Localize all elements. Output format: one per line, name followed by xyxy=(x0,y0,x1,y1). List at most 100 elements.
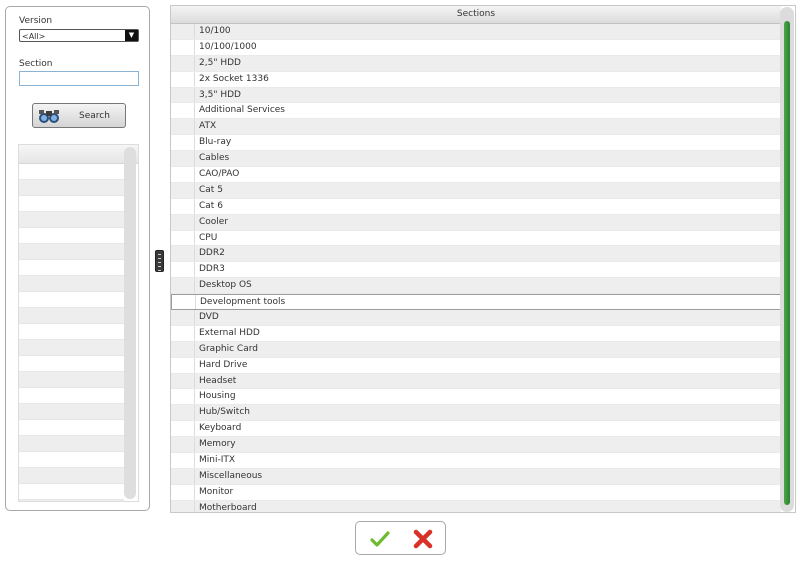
section-row[interactable]: Monitor xyxy=(171,484,781,501)
section-row[interactable]: Hard Drive xyxy=(171,357,781,374)
row-selector-cell[interactable] xyxy=(171,389,195,405)
results-row[interactable] xyxy=(19,484,124,500)
results-row[interactable] xyxy=(19,276,124,292)
section-row[interactable]: Housing xyxy=(171,389,781,406)
section-row[interactable]: Miscellaneous xyxy=(171,468,781,485)
row-selector-cell[interactable] xyxy=(171,167,195,182)
row-selector-cell[interactable] xyxy=(171,55,195,71)
green-check-icon[interactable] xyxy=(370,529,390,549)
section-row[interactable]: External HDD xyxy=(171,325,781,342)
row-selector-cell[interactable] xyxy=(171,214,195,230)
section-row[interactable]: 2,5" HDD xyxy=(171,55,781,72)
section-row[interactable]: 2x Socket 1336 xyxy=(171,71,781,88)
section-row-label: Keyboard xyxy=(199,423,242,434)
section-row[interactable]: CAO/PAO xyxy=(171,167,781,183)
results-row[interactable] xyxy=(19,356,124,372)
results-row[interactable] xyxy=(19,308,124,324)
section-row[interactable]: Cables xyxy=(171,151,781,168)
results-row[interactable] xyxy=(19,324,124,340)
row-selector-cell[interactable] xyxy=(171,357,195,373)
row-selector-cell[interactable] xyxy=(171,151,195,167)
row-selector-cell[interactable] xyxy=(171,246,195,262)
results-row[interactable] xyxy=(19,196,124,212)
section-row[interactable]: Graphic Card xyxy=(171,341,781,358)
section-row[interactable]: Headset xyxy=(171,373,781,390)
row-selector-cell[interactable] xyxy=(171,182,195,198)
section-row[interactable]: Desktop OS xyxy=(171,278,781,295)
results-row[interactable] xyxy=(19,500,124,501)
section-row[interactable]: Cooler xyxy=(171,214,781,231)
section-row[interactable]: Blu-ray xyxy=(171,135,781,152)
section-row[interactable]: ATX xyxy=(171,119,781,136)
row-selector-cell[interactable] xyxy=(171,198,195,214)
section-row[interactable]: Additional Services xyxy=(171,103,781,120)
splitter-handle[interactable] xyxy=(155,250,164,272)
row-selector-cell[interactable] xyxy=(171,421,195,437)
section-row[interactable]: Memory xyxy=(171,437,781,454)
grid-scrollbar[interactable] xyxy=(780,7,794,512)
row-selector-cell[interactable] xyxy=(171,39,195,55)
results-row[interactable] xyxy=(19,404,124,420)
row-selector-cell[interactable] xyxy=(171,468,195,484)
version-select[interactable]: <All> ▼ xyxy=(19,29,139,42)
section-row[interactable]: 10/100/1000 xyxy=(171,39,781,56)
chevron-down-icon[interactable]: ▼ xyxy=(125,30,138,41)
section-input[interactable] xyxy=(19,71,139,86)
results-row[interactable] xyxy=(19,468,124,484)
row-selector-cell[interactable] xyxy=(171,310,195,325)
sections-header[interactable]: Sections xyxy=(171,6,781,24)
row-selector-cell[interactable] xyxy=(171,484,195,500)
row-selector-cell[interactable] xyxy=(171,135,195,151)
section-row[interactable]: 3,5" HDD xyxy=(171,87,781,104)
section-row[interactable]: Development tools xyxy=(171,294,781,311)
results-row[interactable] xyxy=(19,388,124,404)
section-row[interactable]: Cat 5 xyxy=(171,182,781,199)
sections-grid-body: 10/100 10/100/1000 2,5" HDD 2x Socket 1336 3… xyxy=(171,24,781,512)
section-row[interactable]: Keyboard xyxy=(171,421,781,438)
results-row[interactable] xyxy=(19,164,124,180)
results-row[interactable] xyxy=(19,372,124,388)
row-selector-cell[interactable] xyxy=(171,230,195,246)
section-row[interactable]: Mini-ITX xyxy=(171,453,781,469)
results-row[interactable] xyxy=(19,260,124,276)
row-selector-cell[interactable] xyxy=(171,453,195,468)
results-row[interactable] xyxy=(19,292,124,308)
section-row[interactable]: DDR2 xyxy=(171,246,781,263)
row-selector-cell[interactable] xyxy=(171,103,195,119)
section-row[interactable]: DVD xyxy=(171,310,781,326)
results-row[interactable] xyxy=(19,436,124,452)
red-x-icon[interactable] xyxy=(412,528,434,550)
row-selector-cell[interactable] xyxy=(171,373,195,389)
results-scrollbar[interactable] xyxy=(124,147,136,499)
results-row[interactable] xyxy=(19,180,124,196)
results-row[interactable] xyxy=(19,420,124,436)
section-row[interactable]: DDR3 xyxy=(171,262,781,279)
section-row-label: 10/100/1000 xyxy=(199,41,257,52)
row-selector-cell[interactable] xyxy=(171,119,195,135)
row-selector-cell[interactable] xyxy=(171,500,195,512)
row-selector-cell[interactable] xyxy=(171,341,195,357)
results-row[interactable] xyxy=(19,452,124,468)
row-selector-cell[interactable] xyxy=(171,71,195,87)
row-selector-cell[interactable] xyxy=(171,437,195,453)
section-row-label: Memory xyxy=(199,439,236,450)
row-selector-cell[interactable] xyxy=(172,295,196,310)
row-selector-cell[interactable] xyxy=(171,405,195,421)
results-row[interactable] xyxy=(19,228,124,244)
section-row-label: Housing xyxy=(199,391,236,402)
row-selector-cell[interactable] xyxy=(171,87,195,103)
row-selector-cell[interactable] xyxy=(171,325,195,341)
section-row[interactable]: Hub/Switch xyxy=(171,405,781,422)
results-row[interactable] xyxy=(19,244,124,260)
results-row[interactable] xyxy=(19,340,124,356)
search-button[interactable]: Search xyxy=(32,103,126,128)
section-row[interactable]: CPU xyxy=(171,230,781,247)
section-row[interactable]: Motherboard xyxy=(171,500,781,512)
section-row[interactable]: Cat 6 xyxy=(171,198,781,215)
row-selector-cell[interactable] xyxy=(171,262,195,278)
row-selector-cell[interactable] xyxy=(171,278,195,294)
row-selector-cell[interactable] xyxy=(171,24,195,39)
grid-scrollbar-thumb[interactable] xyxy=(784,21,790,505)
results-row[interactable] xyxy=(19,212,124,228)
section-row[interactable]: 10/100 xyxy=(171,24,781,40)
